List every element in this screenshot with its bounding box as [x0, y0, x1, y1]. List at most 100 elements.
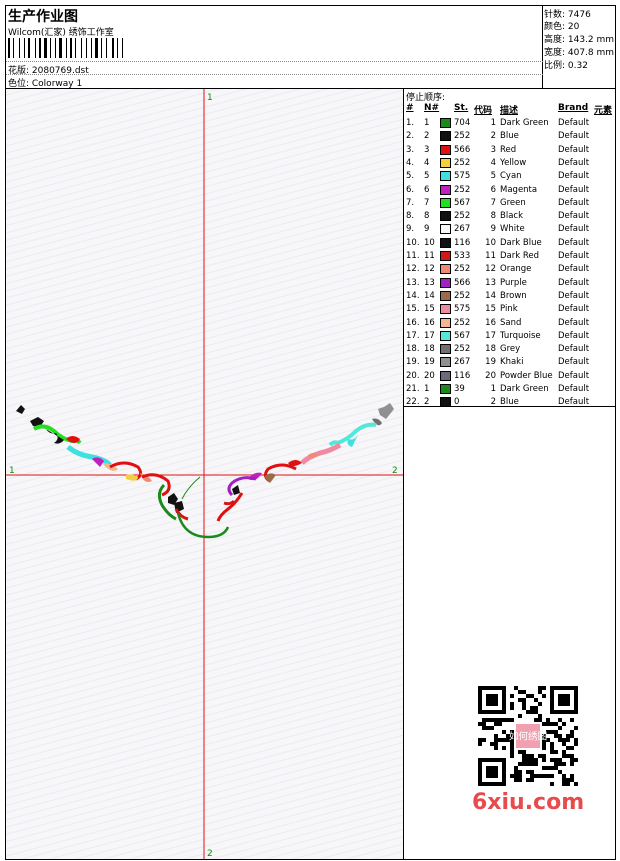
- axis-label-right: 2: [392, 466, 398, 476]
- qr-module: [554, 734, 558, 738]
- barcode-bar: [55, 38, 56, 58]
- qr-module: [570, 730, 574, 734]
- row-description: Yellow: [500, 157, 527, 168]
- qr-module: [562, 778, 566, 782]
- color-swatch: [440, 290, 451, 301]
- barcode-bar: [59, 38, 62, 58]
- qr-module: [526, 778, 530, 782]
- row-code: 6: [490, 184, 496, 195]
- row-index: 17.: [406, 330, 420, 341]
- row-code: 13: [485, 277, 496, 288]
- qr-module: [510, 754, 514, 758]
- row-code: 12: [485, 264, 496, 275]
- barcode-bar: [39, 38, 41, 58]
- row-brand: Default: [558, 264, 590, 275]
- design-scale: 比例: 0.32: [544, 61, 588, 71]
- table-row: 2. 2 252 2 Blue Default: [404, 131, 615, 144]
- row-index: 3.: [406, 144, 415, 155]
- qr-module: [538, 702, 542, 706]
- row-description: Khaki: [500, 357, 524, 368]
- barcode-bar: [57, 38, 58, 58]
- table-row: 12. 12 252 12 Orange Default: [404, 264, 615, 277]
- qr-module: [554, 730, 558, 734]
- row-stitches: 575: [454, 171, 471, 182]
- color-swatch: [440, 197, 451, 208]
- qr-module: [550, 782, 554, 786]
- qr-module: [550, 722, 554, 726]
- color-swatch: [440, 171, 451, 182]
- row-needle: 15: [424, 304, 435, 315]
- qr-module: [478, 722, 482, 726]
- barcode-bar: [52, 38, 54, 58]
- qr-module: [522, 762, 526, 766]
- row-stitches: 0: [454, 397, 460, 408]
- barcode-bar: [42, 38, 43, 58]
- col-header-code: 代码: [474, 106, 493, 116]
- row-description: Dark Red: [500, 251, 540, 261]
- barcode: [8, 38, 144, 58]
- row-stitches: 116: [454, 370, 471, 381]
- qr-module: [542, 694, 546, 698]
- row-stitches: 252: [454, 184, 471, 195]
- color-swatch: [440, 330, 451, 341]
- row-description: Dark Green: [500, 384, 549, 394]
- qr-module: [514, 770, 518, 774]
- row-stitches: 116: [454, 237, 471, 248]
- row-index: 5.: [406, 171, 415, 182]
- row-code: 10: [485, 237, 496, 248]
- row-needle: 11: [424, 251, 435, 261]
- qr-module: [482, 726, 486, 730]
- row-needle: 13: [424, 277, 435, 288]
- design-preview[interactable]: 1 2 1 2: [6, 89, 404, 859]
- qr-module: [550, 750, 554, 754]
- barcode-bar: [86, 38, 87, 58]
- row-stitches: 252: [454, 157, 471, 168]
- qr-module: [502, 718, 506, 722]
- barcode-bar: [50, 38, 51, 58]
- qr-module: [566, 782, 570, 786]
- qr-module: [534, 762, 538, 766]
- row-code: 8: [490, 211, 496, 222]
- qr-module: [530, 710, 534, 714]
- row-brand: Default: [558, 330, 590, 341]
- color-swatch: [440, 370, 451, 381]
- row-index: 7.: [406, 197, 415, 208]
- row-brand: Default: [558, 344, 590, 355]
- color-swatch: [440, 384, 451, 394]
- qr-module: [554, 762, 558, 766]
- qr-module: [526, 770, 530, 774]
- row-stitches: 566: [454, 277, 471, 288]
- table-row: 6. 6 252 6 Magenta Default: [404, 184, 615, 198]
- qr-module: [510, 746, 514, 750]
- row-brand: Default: [558, 397, 590, 408]
- embroidery-right-branch: [216, 403, 394, 522]
- qr-module: [518, 714, 522, 718]
- design-height: 高度: 143.2 mm: [544, 35, 615, 45]
- qr-module: [534, 698, 538, 702]
- row-stitches: 533: [454, 251, 471, 261]
- row-index: 1.: [406, 118, 415, 128]
- qr-module: [522, 750, 526, 754]
- row-needle: 18: [424, 344, 435, 355]
- col-header-brand: Brand: [558, 103, 589, 113]
- qr-module: [518, 690, 522, 694]
- row-code: 2: [490, 397, 496, 408]
- row-index: 22.: [406, 397, 420, 408]
- color-swatch: [440, 237, 451, 248]
- qr-module: [558, 762, 562, 766]
- row-index: 16.: [406, 317, 420, 328]
- stop-sequence-panel: 停止顺序: # N# St. 代码 描述 Brand 元素 1. 1 704 1 Dar…: [404, 89, 615, 408]
- table-row: 10. 10 116 10 Dark Blue Default: [404, 237, 615, 251]
- qr-module: [494, 738, 498, 742]
- qr-module: [566, 746, 570, 750]
- qr-module: [518, 762, 522, 766]
- row-needle: 20: [424, 370, 435, 381]
- qr-module: [534, 718, 538, 722]
- embroidery-left-branch: [16, 405, 201, 521]
- row-code: 14: [485, 290, 496, 301]
- row-stitches: 252: [454, 211, 471, 222]
- table-row: 8. 8 252 8 Black Default: [404, 211, 615, 224]
- qr-module: [494, 734, 498, 738]
- barcode-bar: [24, 38, 25, 58]
- row-stitches: 252: [454, 317, 471, 328]
